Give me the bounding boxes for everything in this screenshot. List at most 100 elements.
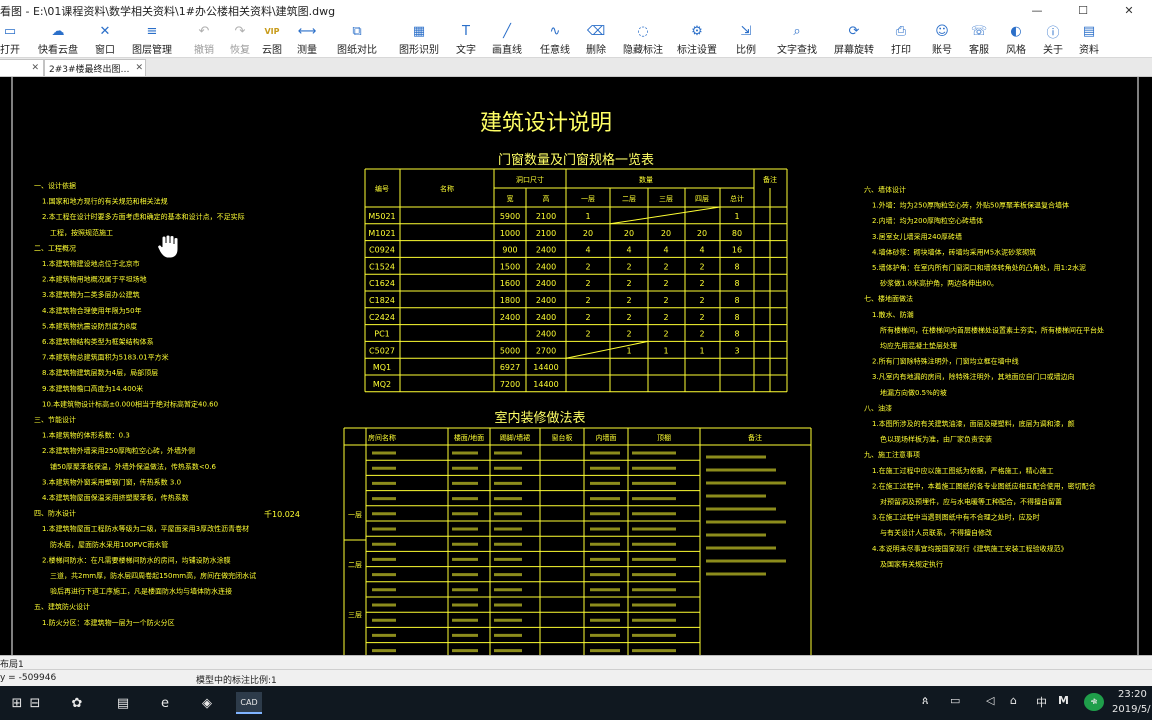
- tab-active-drawing[interactable]: 2#3#楼最终出图… ✕: [44, 59, 146, 76]
- door-table-cell: 1: [699, 346, 704, 355]
- toolbar-button-text[interactable]: T 文字: [456, 22, 476, 57]
- door-table-cell: M5021: [368, 212, 395, 221]
- note-heading: 二、工程概况: [34, 243, 76, 252]
- tab-previous-drawing[interactable]: ✕: [0, 59, 44, 76]
- window-title: 看图 - E:\01课程资料\数学相关资料\1#办公楼相关资料\建筑图.dwg: [0, 5, 336, 18]
- note-line: 验后再进行下道工序施工，凡是楼面防水均与墙体防水连接: [50, 587, 232, 596]
- windows-taskbar: ጰ ▭ ◁ ⌂ 中 M ቁ 23:20 2019/5/ ⊞ ⊟ ✿ ▤ e ◈ CAD: [0, 686, 1152, 720]
- toolbar-label: 比例: [736, 45, 756, 56]
- note-line: 6.本建筑物结构类型为框架结构体系: [42, 337, 154, 346]
- door-table-cell: 2: [626, 330, 631, 339]
- edge-icon[interactable]: e: [154, 692, 176, 714]
- toolbar-button-print[interactable]: ⎙ 打印: [891, 22, 911, 57]
- toolbar-button-text-search[interactable]: ⌕ 文字查找: [777, 22, 817, 57]
- display-tray-icon[interactable]: ▭: [950, 694, 960, 707]
- ime-mode-icon[interactable]: M: [1058, 694, 1069, 707]
- door-table-cell: 2100: [536, 212, 556, 221]
- toolbar-label: 客服: [969, 45, 989, 56]
- cloud-icon: ☁: [51, 23, 65, 39]
- toolbar-button-folder-open[interactable]: ▭ 打开: [0, 22, 20, 57]
- toolbar-button-account[interactable]: ☺ 账号: [932, 22, 952, 57]
- toolbar-button-recognize[interactable]: ▦ 图形识别: [399, 22, 439, 57]
- door-table-cell: 2: [626, 279, 631, 288]
- door-table-cell: C5027: [369, 346, 395, 355]
- toolbar-button-window[interactable]: ✕ 窗口: [95, 22, 115, 57]
- toolbar-button-hide-annotation[interactable]: ◌ 隐藏标注: [623, 22, 663, 57]
- toolbar-button-undo[interactable]: ↶ 撤销: [194, 22, 214, 57]
- toolbar-button-line[interactable]: ╱ 画直线: [492, 22, 522, 57]
- note-line: 4.本建筑物合理使用年限为50年: [42, 306, 142, 315]
- compare-icon: ⧉: [352, 23, 362, 39]
- finish-header-remark: 备注: [748, 433, 762, 442]
- toolbar-button-annotation-settings[interactable]: ⚙ 标注设置: [677, 22, 717, 57]
- toolbar-label: 关于: [1043, 45, 1063, 56]
- whiteboard-app-icon[interactable]: ◈: [196, 692, 218, 714]
- green-app-tray-icon[interactable]: ቁ: [1084, 693, 1104, 711]
- status-bar: y = -509946 模型中的标注比例:1: [0, 669, 1152, 686]
- finish-header-sill: 窗台板: [552, 433, 573, 442]
- toolbar-button-eraser[interactable]: ⌫ 删除: [586, 22, 606, 57]
- note-heading: 八、油漆: [864, 403, 892, 412]
- door-table-cell: 1600: [500, 279, 520, 288]
- ime-indicator[interactable]: 中: [1036, 694, 1047, 710]
- drawing-canvas[interactable]: 建筑设计说明 门窗数量及门窗规格一览表 编号 名称 洞口尺寸宽高数量 一层 二层 三层 四层…: [0, 77, 1152, 655]
- user-tray-icon[interactable]: ጰ: [922, 694, 929, 708]
- toolbar-button-compare[interactable]: ⧉ 图纸对比: [337, 22, 377, 57]
- hide-annotation-icon: ◌: [637, 23, 649, 39]
- door-table-cell: 2400: [536, 296, 556, 305]
- volume-tray-icon[interactable]: ◁: [986, 694, 994, 707]
- door-table-cell: 3: [734, 346, 739, 355]
- note-line: 所有楼梯间，在楼梯间内首层楼梯处设置素土夯实，所有楼梯间在平台处: [880, 325, 1104, 334]
- close-window-button[interactable]: ✕: [1106, 0, 1152, 20]
- toolbar-label: 风格: [1006, 45, 1026, 56]
- toolbar-label: 文字: [456, 45, 476, 56]
- note-line: 1.散水、防潮: [872, 310, 914, 319]
- clock-date: 2019/5/: [1112, 704, 1151, 715]
- toolbar-button-support[interactable]: ☏ 客服: [969, 22, 989, 57]
- freehand-icon: ∿: [549, 23, 561, 39]
- note-line: 均应先用混凝土垫层处理: [880, 341, 957, 350]
- file-explorer-icon[interactable]: ▤: [112, 692, 134, 714]
- coordinate-readout: y = -509946: [0, 673, 57, 683]
- network-tray-icon[interactable]: ⌂: [1010, 694, 1017, 707]
- door-table-cell: 1500: [500, 262, 520, 271]
- note-line: 色以现场样板为准，由厂家负责安装: [880, 435, 992, 444]
- left-design-notes: 一、设计依据 1.国家和地方现行的有关规范和相关法规 2.本工程在设计时要多方面考虑…: [34, 181, 256, 627]
- toolbar-button-freehand[interactable]: ∿ 任意线: [540, 22, 570, 57]
- toolbar-button-measure[interactable]: ⟷ 测量: [297, 22, 317, 57]
- toolbar-button-cloud[interactable]: ☁ 快看云盘: [38, 22, 78, 57]
- toolbar-button-rotate[interactable]: ⟳ 屏幕旋转: [834, 22, 874, 57]
- toolbar-button-info[interactable]: ⓘ 关于: [1043, 22, 1063, 57]
- minimize-button[interactable]: —: [1014, 0, 1060, 20]
- task-view-icon[interactable]: ⊟: [24, 692, 46, 714]
- toolbar-button-vip[interactable]: VIP 云图: [262, 22, 282, 57]
- vip-icon: VIP: [264, 26, 280, 36]
- toolbar-button-style[interactable]: ◐ 风格: [1006, 22, 1026, 57]
- pinwheel-app-icon[interactable]: ✿: [66, 692, 88, 714]
- door-table-cell: 2: [626, 262, 631, 271]
- toolbar-button-redo[interactable]: ↷ 恢复: [230, 22, 250, 57]
- note-line: 铺50厚聚苯板保温，外墙外保温做法，传热系数<0.6: [50, 462, 216, 471]
- note-heading: 六、墙体设计: [864, 185, 906, 194]
- door-table-cell: 8: [734, 296, 739, 305]
- door-table-cell: 4: [626, 246, 631, 255]
- tab-close-icon[interactable]: ✕: [31, 63, 39, 73]
- cad-viewer-taskbar-icon[interactable]: CAD: [236, 692, 262, 714]
- door-table-cell: 2: [585, 279, 590, 288]
- note-line: 10.本建筑物设计标高±0.000相当于绝对标高暂定40.60: [42, 399, 218, 408]
- toolbar-button-docs[interactable]: ▤ 资料: [1079, 22, 1099, 57]
- note-line: 防水层，屋面防水采用100PVC雨水管: [50, 540, 168, 549]
- main-toolbar: ▭ 打开 ☁ 快看云盘 ✕ 窗口 ≡ 图层管理 ↶ 撤销 ↷ 恢复 VIP 云图 ⟷ 测量 ⧉ 图纸对比 ▦ 图形识别…: [0, 20, 1152, 58]
- door-table-cell: C0924: [369, 246, 395, 255]
- toolbar-button-layers[interactable]: ≡ 图层管理: [132, 22, 172, 57]
- maximize-button[interactable]: ☐: [1060, 0, 1106, 20]
- header-width: 宽: [507, 194, 514, 203]
- scale-mark-text: 千10.024: [264, 509, 300, 519]
- layout-tab-strip: 布局1: [0, 655, 1152, 670]
- measure-icon: ⟷: [297, 23, 317, 39]
- note-line: 1.外墙：均为250厚陶粒空心砖，外贴50厚聚苯板保温复合墙体: [872, 201, 1069, 210]
- finish-header-skirting: 踢脚/墙裙: [500, 433, 530, 442]
- toolbar-button-scale[interactable]: ⇲ 比例: [736, 22, 756, 57]
- tab-close-icon[interactable]: ✕: [136, 63, 144, 73]
- scale-icon: ⇲: [740, 23, 752, 39]
